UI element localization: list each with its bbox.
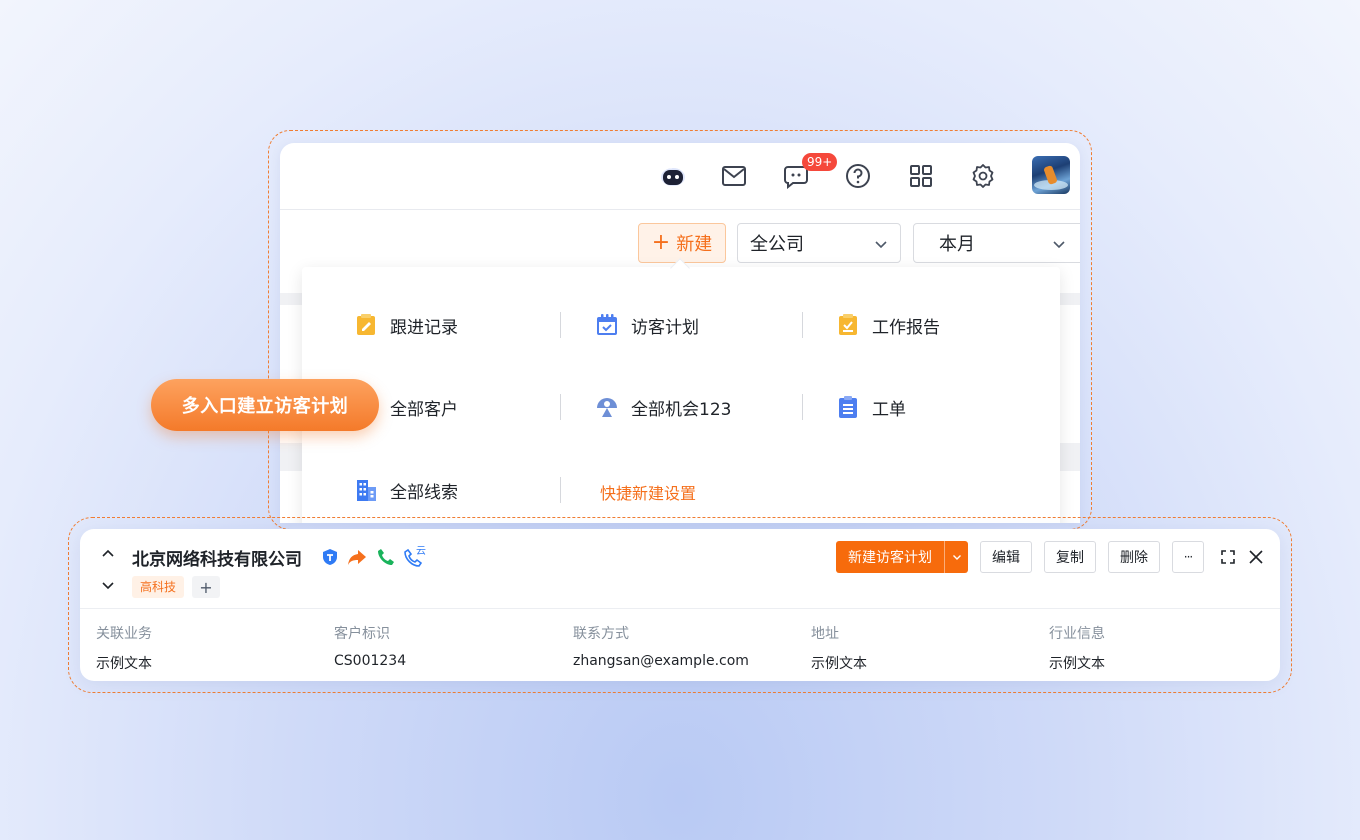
menu-item-label: 工单 [872,399,906,420]
apps-grid-icon[interactable] [906,161,936,191]
field-value: zhangsan@example.com [573,653,749,669]
menu-divider [802,394,803,420]
field-label: 地址 [811,626,839,642]
copy-button[interactable]: 复制 [1044,541,1096,573]
top-navigation-bar: 99+ [280,143,1080,210]
field-value: 示例文本 [811,656,867,672]
feature-callout-pill: 多入口建立访客计划 [151,379,379,431]
field-value: 示例文本 [1049,656,1105,672]
menu-divider [560,394,561,420]
field-contact: 联系方式 zhangsan@example.com [573,623,749,669]
settings-gear-icon[interactable] [968,161,998,191]
add-tag-button[interactable]: + [192,576,220,598]
chevron-down-icon [874,235,888,256]
close-icon[interactable] [1247,548,1265,566]
field-label: 客户标识 [334,626,390,642]
new-create-label: 新建 [676,234,713,255]
user-avatar[interactable] [1032,156,1070,194]
menu-item-all-opportunities[interactable]: 全部机会123 [595,392,731,422]
edit-button[interactable]: 编辑 [980,541,1032,573]
cloud-phone-icon[interactable]: 云 [404,546,430,567]
menu-item-visit-plan[interactable]: 访客计划 [595,310,699,340]
field-value: 示例文本 [96,656,152,672]
field-label: 关联业务 [96,626,152,642]
new-visit-plan-label: 新建访客计划 [848,550,932,566]
field-industry: 行业信息 示例文本 [1049,623,1105,673]
menu-item-label: 全部线索 [390,482,458,503]
opportunity-icon [595,395,619,419]
more-actions-button[interactable]: ··· [1172,541,1204,573]
building-lead-icon [354,478,378,502]
menu-item-all-leads[interactable]: 全部线索 [354,475,458,505]
phone-call-icon[interactable] [376,547,396,567]
period-select[interactable]: 本月 [913,223,1080,263]
work-report-icon [836,313,860,337]
menu-item-label: 工作报告 [872,317,940,338]
period-select-value: 本月 [939,234,975,255]
mail-icon[interactable] [719,161,749,191]
previous-record-chevron-up-icon[interactable] [100,546,116,562]
field-value: CS001234 [334,653,407,669]
fullscreen-expand-icon[interactable] [1219,548,1237,566]
company-name: 北京网络科技有限公司 [132,550,302,570]
plus-icon: + [651,230,671,255]
menu-item-label: 全部客户 [390,399,458,420]
cloud-call-label: 云 [416,546,426,557]
scope-select-value: 全公司 [750,234,804,255]
scope-select[interactable]: 全公司 [737,223,901,263]
new-create-menu: 跟进记录 访客计划 工作报告 全部客户 全部机会123 工单 全部线索 快捷新建… [302,267,1060,523]
followup-note-icon [354,313,378,337]
new-visit-plan-button[interactable]: 新建访客计划 [836,541,968,573]
crm-window: 99+ + 新建 全公司 本月 跟进记录 访客计划 工作报告 全部客户 全部机会… [280,143,1080,523]
chevron-down-icon [1052,235,1066,256]
menu-item-work-order[interactable]: 工单 [836,392,906,422]
robot-assistant-icon[interactable] [658,161,688,191]
menu-item-label: 访客计划 [631,317,699,338]
menu-item-label: 全部机会123 [631,399,732,420]
message-count-badge: 99+ [802,153,838,171]
work-order-clipboard-icon [836,395,860,419]
menu-item-label: 跟进记录 [390,317,458,338]
next-record-chevron-down-icon[interactable] [100,577,116,593]
field-customer-id: 客户标识 CS001234 [334,623,406,669]
customer-record-card: 北京网络科技有限公司 云 高科技 + 新建访客计划 编辑 复制 删除 ··· 关… [80,529,1280,681]
field-address: 地址 示例文本 [811,623,867,673]
menu-item-work-report[interactable]: 工作报告 [836,310,940,340]
visit-plan-calendar-icon [595,313,619,337]
verified-shield-icon [320,547,340,567]
menu-divider [560,312,561,338]
field-related-business: 关联业务 示例文本 [96,623,152,673]
delete-button[interactable]: 删除 [1108,541,1160,573]
record-header: 北京网络科技有限公司 云 高科技 + 新建访客计划 编辑 复制 删除 ··· [80,529,1280,609]
chevron-down-icon[interactable] [945,552,968,562]
new-create-button[interactable]: + 新建 [638,223,726,263]
help-icon[interactable] [843,161,873,191]
field-label: 行业信息 [1049,626,1105,642]
share-forward-icon[interactable] [347,547,367,567]
menu-divider [560,477,561,503]
industry-tag: 高科技 [132,576,185,598]
field-label: 联系方式 [573,626,629,642]
quick-create-settings-link[interactable]: 快捷新建设置 [600,480,696,504]
menu-item-followup[interactable]: 跟进记录 [354,310,458,340]
menu-divider [802,312,803,338]
